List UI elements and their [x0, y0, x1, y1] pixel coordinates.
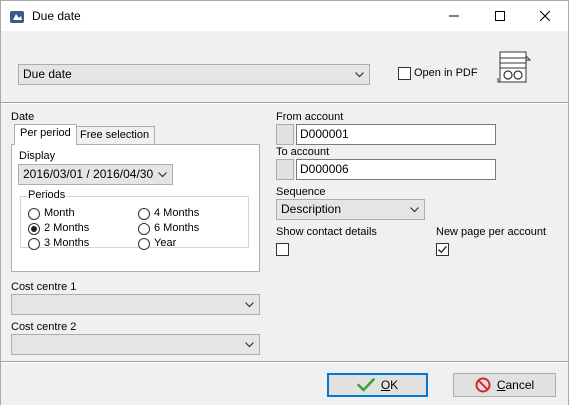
chevron-down-icon — [243, 295, 255, 314]
cost-centre-2-select[interactable] — [11, 334, 260, 355]
chevron-down-icon — [353, 65, 365, 84]
from-account-lookup-button[interactable] — [276, 124, 294, 145]
minimize-button[interactable] — [431, 1, 477, 31]
cancel-button[interactable]: Cancel — [453, 373, 556, 397]
chevron-down-icon — [156, 165, 168, 184]
ok-mnemonic: O — [380, 378, 391, 392]
no-entry-icon — [475, 377, 491, 393]
new-page-per-account-checkbox[interactable] — [436, 243, 449, 256]
display-label: Display — [19, 150, 56, 162]
window-title: Due date — [32, 9, 81, 23]
due-date-dialog: Due date Due date Open in PDF Date Per p… — [0, 0, 569, 405]
ok-button[interactable]: OK — [327, 373, 428, 397]
periods-label: Periods — [27, 189, 67, 201]
radio-6-months[interactable] — [138, 223, 150, 235]
chevron-down-icon — [408, 200, 420, 219]
report-select[interactable]: Due date — [18, 64, 370, 85]
radio-month-label: Month — [44, 207, 75, 219]
tab-per-period[interactable]: Per period — [14, 124, 77, 145]
to-account-input[interactable]: D000006 — [296, 159, 496, 180]
ok-button-label: OK — [381, 378, 398, 392]
display-select-value: 2016/03/01 / 2016/04/30 — [23, 167, 154, 181]
maximize-button[interactable] — [477, 1, 523, 31]
date-label: Date — [11, 111, 35, 123]
maximize-icon — [495, 11, 505, 21]
app-icon — [9, 9, 25, 25]
radio-year[interactable] — [138, 238, 150, 250]
sequence-select[interactable]: Description — [276, 199, 425, 220]
tab-free-selection-label: Free selection — [80, 129, 150, 141]
radio-4-months-label: 4 Months — [154, 207, 200, 219]
show-contact-details-label: Show contact details — [276, 226, 377, 238]
from-account-input[interactable]: D000001 — [296, 124, 496, 145]
radio-6-months-label: 6 Months — [154, 222, 200, 234]
radio-3-months[interactable] — [28, 238, 40, 250]
show-contact-details-checkbox[interactable] — [276, 243, 289, 256]
close-button[interactable] — [522, 1, 568, 31]
from-account-label: From account — [276, 111, 344, 123]
radio-2-months-label: 2 Months — [44, 222, 90, 234]
checkmark-icon — [438, 245, 447, 254]
to-account-lookup-button[interactable] — [276, 159, 294, 180]
report-layout-icon[interactable] — [497, 51, 532, 85]
tab-free-selection[interactable]: Free selection — [74, 126, 156, 145]
chevron-down-icon — [243, 335, 255, 354]
cost-centre-1-select[interactable] — [11, 294, 260, 315]
cancel-label-rest: ancel — [505, 378, 535, 392]
close-icon — [540, 11, 550, 21]
ok-label-rest: K — [390, 378, 399, 392]
radio-year-label: Year — [154, 237, 177, 249]
display-select[interactable]: 2016/03/01 / 2016/04/30 — [18, 164, 173, 185]
per-period-panel: Display 2016/03/01 / 2016/04/30 Periods … — [11, 144, 260, 272]
radio-4-months[interactable] — [138, 208, 150, 220]
checkmark-icon — [357, 378, 375, 392]
cost-centre-2-label: Cost centre 2 — [11, 321, 77, 333]
sequence-label: Sequence — [276, 186, 326, 198]
top-separator — [1, 102, 568, 104]
radio-3-months-label: 3 Months — [44, 237, 90, 249]
periods-groupbox: Periods Month 2 Months 3 Months 4 Months… — [20, 189, 249, 250]
open-in-pdf-label: Open in PDF — [414, 67, 478, 79]
radio-month[interactable] — [28, 208, 40, 220]
title-bar: Due date — [1, 1, 568, 31]
minimize-icon — [449, 15, 459, 17]
cost-centre-1-label: Cost centre 1 — [11, 281, 77, 293]
radio-2-months[interactable] — [28, 223, 40, 235]
to-account-label: To account — [276, 146, 330, 158]
tab-per-period-label: Per period — [20, 127, 71, 139]
open-in-pdf-checkbox[interactable] — [398, 67, 411, 80]
new-page-per-account-label: New page per account — [436, 226, 547, 238]
sequence-value: Description — [281, 202, 342, 216]
cancel-button-label: Cancel — [497, 378, 534, 392]
report-select-value: Due date — [23, 67, 72, 81]
